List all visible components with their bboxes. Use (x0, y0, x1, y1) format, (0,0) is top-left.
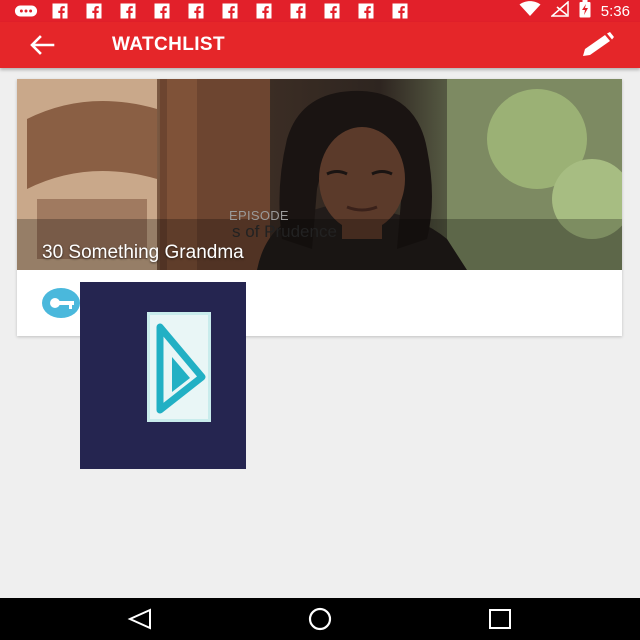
key-icon (42, 288, 80, 318)
battery-charging-icon (579, 0, 591, 23)
facebook-icon (116, 3, 140, 19)
system-icons: 5:36 (519, 0, 630, 23)
facebook-icon (48, 3, 72, 19)
back-triangle-icon (127, 608, 151, 630)
app-bar: WATCHLIST (0, 22, 640, 68)
facebook-icon (286, 3, 310, 19)
pencil-icon (583, 32, 614, 56)
recents-square-icon (489, 609, 511, 629)
status-bar: 5:36 (0, 0, 640, 22)
page-title: WATCHLIST (112, 34, 226, 55)
facebook-icon (218, 3, 242, 19)
home-circle-icon (308, 607, 332, 631)
cellular-no-signal-icon (549, 0, 569, 22)
clock: 5:36 (600, 2, 630, 20)
nav-home-button[interactable] (300, 606, 340, 632)
notification-icons (14, 3, 412, 19)
facebook-icon (354, 3, 378, 19)
back-button[interactable] (26, 32, 58, 58)
facebook-icon (184, 3, 208, 19)
episode-title[interactable]: s of Prudence (232, 222, 337, 242)
facebook-icon (150, 3, 174, 19)
wifi-icon (519, 0, 541, 22)
nav-back-button[interactable] (120, 606, 160, 632)
facebook-icon (252, 3, 276, 19)
facebook-icon (320, 3, 344, 19)
facebook-icon (82, 3, 106, 19)
navigation-bar (0, 598, 640, 640)
episode-label: EPISODE (229, 208, 289, 223)
show-title: 30 Something Grandma (42, 242, 244, 263)
arrow-back-icon (30, 35, 55, 55)
edit-button[interactable] (578, 31, 618, 59)
app-logo-overlay (80, 282, 246, 469)
chat-icon (14, 3, 38, 19)
nav-recents-button[interactable] (480, 606, 520, 632)
facebook-icon (388, 3, 412, 19)
